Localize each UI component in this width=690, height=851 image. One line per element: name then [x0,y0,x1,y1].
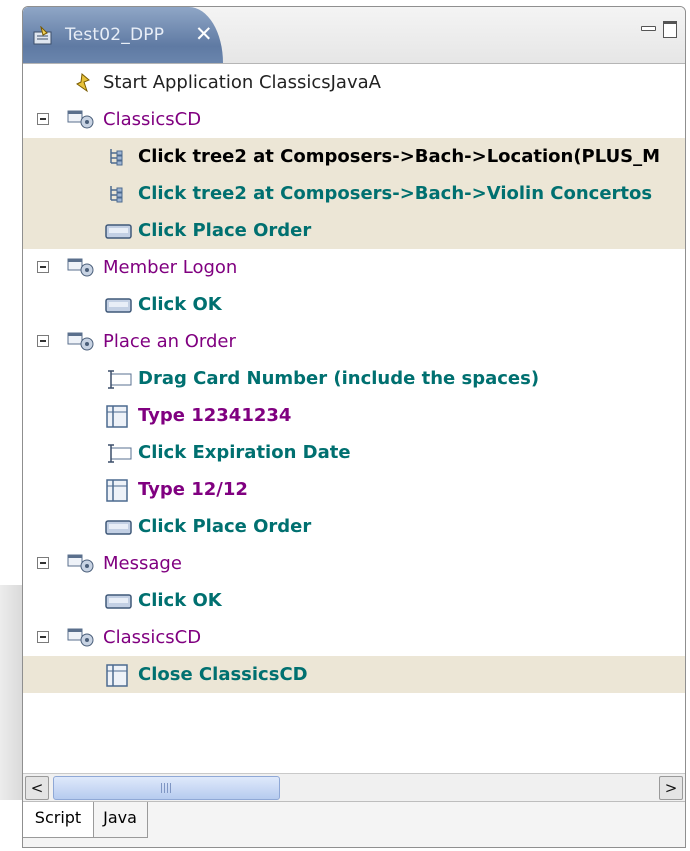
tree-group-classicscd[interactable]: ClassicsCD [23,101,685,138]
tree-row-label: Click tree2 at Composers->Bach->Location… [138,146,661,167]
collapse-icon[interactable] [37,113,49,125]
collapse-icon[interactable] [37,261,49,273]
text-field-icon [105,442,133,468]
script-tree: Start Application ClassicsJavaA Classics… [23,64,685,772]
tree-row-click-place-order[interactable]: Click Place Order [23,212,685,249]
editor-tab-title: Test02_DPP [65,25,165,45]
script-editor-window: Test02_DPP ✕ Start Application ClassicsJ… [22,6,686,848]
editor-tab[interactable]: Test02_DPP ✕ [23,7,223,63]
tree-group-place-an-order[interactable]: Place an Order [23,323,685,360]
tree-control-icon [108,146,126,172]
tree-row-click-ok[interactable]: Click OK [23,286,685,323]
start-application-icon [71,72,93,98]
tree-row-label: Click Place Order [138,516,312,537]
text-field-icon [105,368,133,394]
script-file-icon [33,25,59,50]
tree-row-label: ClassicsCD [103,627,202,648]
collapse-icon[interactable] [37,557,49,569]
bottom-tab-bar: Script Java [23,801,685,847]
tree-group-message[interactable]: Message [23,545,685,582]
tree-row-label: Click tree2 at Composers->Bach->Violin C… [138,183,653,204]
tree-group-classicscd-2[interactable]: ClassicsCD [23,619,685,656]
tree-group-member-logon[interactable]: Member Logon [23,249,685,286]
tree-row-type-card[interactable]: Type 12341234 [23,397,685,434]
tree-row-click-expiration-date[interactable]: Click Expiration Date [23,434,685,471]
grip-icon [161,783,173,793]
button-control-icon [105,590,133,616]
tree-row-label: Place an Order [103,331,236,352]
text-input-icon [105,664,131,692]
scrollbar-thumb[interactable] [53,776,280,800]
tree-row-type-date[interactable]: Type 12/12 [23,471,685,508]
tab-java[interactable]: Java [93,802,148,838]
collapse-icon[interactable] [37,335,49,347]
button-control-icon [105,294,133,320]
tab-script[interactable]: Script [23,802,94,838]
window-group-icon [67,257,97,283]
tree-row-label: Click Place Order [138,220,312,241]
horizontal-scrollbar[interactable]: < > [23,773,685,801]
tree-row-label: Member Logon [103,257,238,278]
tree-row-label: Close ClassicsCD [138,664,308,685]
tree-row-label: Type 12/12 [138,479,248,500]
window-group-icon [67,331,97,357]
tree-row-label: Click OK [138,294,222,315]
tree-row-label: Message [103,553,182,574]
window-group-icon [67,109,97,135]
tree-row-click-ok-2[interactable]: Click OK [23,582,685,619]
tree-row-label: Click OK [138,590,222,611]
tree-row-drag-card-number[interactable]: Drag Card Number (include the spaces) [23,360,685,397]
text-input-icon [105,405,131,433]
scroll-right-arrow-icon[interactable]: > [659,776,683,800]
button-control-icon [105,220,133,246]
scroll-left-arrow-icon[interactable]: < [25,776,49,800]
window-group-icon [67,553,97,579]
text-input-icon [105,479,131,507]
editor-tab-bar: Test02_DPP ✕ [23,7,685,64]
minimize-icon[interactable] [641,23,656,37]
window-group-icon [67,627,97,653]
tree-row-label: Type 12341234 [138,405,292,426]
tree-row-label: Start Application ClassicsJavaA [103,72,381,93]
tree-row-start-application[interactable]: Start Application ClassicsJavaA [23,64,685,101]
collapse-icon[interactable] [37,631,49,643]
maximize-icon[interactable] [663,21,677,38]
tree-row-click-tree2-violin[interactable]: Click tree2 at Composers->Bach->Violin C… [23,175,685,212]
tree-row-click-place-order-2[interactable]: Click Place Order [23,508,685,545]
tree-row-label: Click Expiration Date [138,442,351,463]
tree-row-click-tree2-location[interactable]: Click tree2 at Composers->Bach->Location… [23,138,685,175]
tree-row-close-classicscd[interactable]: Close ClassicsCD [23,656,685,693]
tree-control-icon [108,183,126,209]
button-control-icon [105,516,133,542]
tree-row-label: ClassicsCD [103,109,202,130]
tree-row-label: Drag Card Number (include the spaces) [138,368,540,389]
close-icon[interactable]: ✕ [195,22,213,46]
